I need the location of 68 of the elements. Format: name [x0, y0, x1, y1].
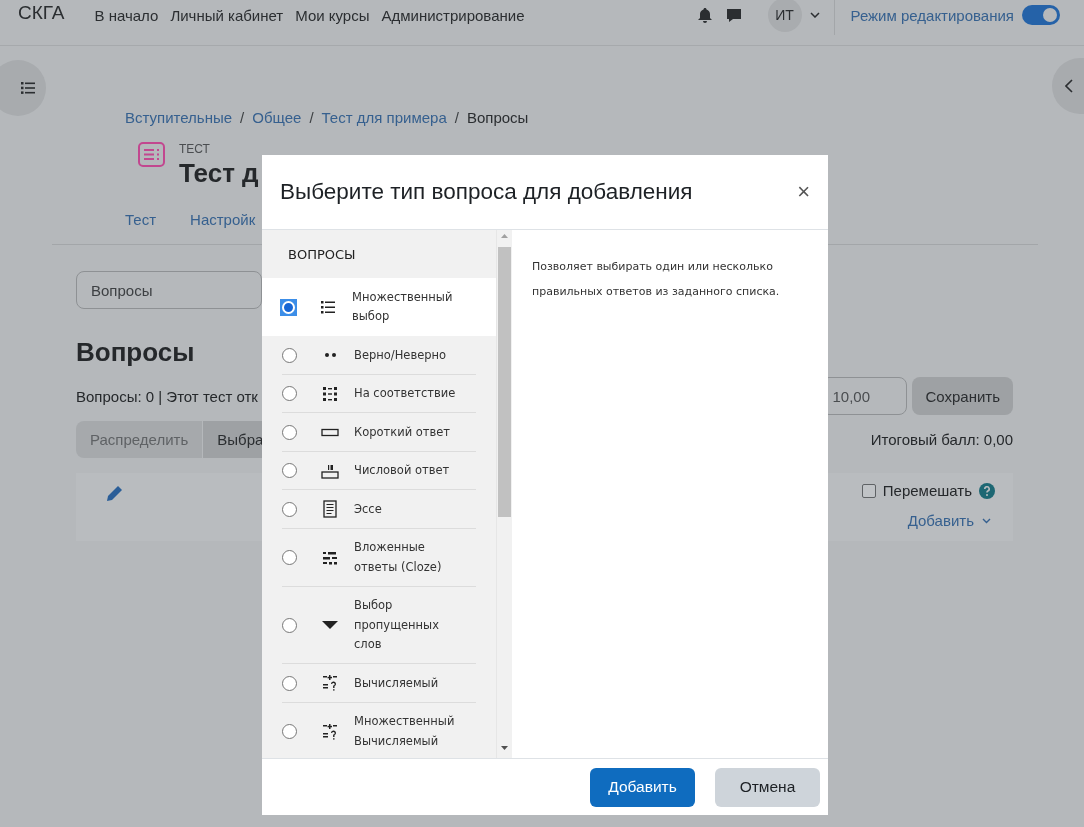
shuffle-checkbox[interactable] — [861, 483, 876, 498]
radio-button[interactable] — [282, 386, 297, 402]
breadcrumb-current: Вопросы — [466, 108, 529, 126]
question-type-option[interactable]: Числовой ответ — [354, 461, 458, 481]
radio-button[interactable] — [280, 298, 297, 316]
nav-link[interactable]: Личный кабинет — [170, 6, 284, 24]
two-dots-icon — [324, 353, 336, 358]
page-select[interactable]: Вопросы — [76, 271, 262, 309]
bell-icon[interactable] — [697, 7, 712, 23]
add-button[interactable]: Добавить — [590, 767, 695, 807]
page-title: Тест д — [179, 158, 259, 189]
list-icon — [321, 300, 335, 314]
radio-button[interactable] — [282, 501, 297, 517]
radio-button[interactable] — [282, 463, 297, 479]
breadcrumb-separator: / — [240, 108, 245, 126]
scroll-up-icon[interactable] — [501, 234, 509, 238]
radio-button[interactable] — [282, 675, 297, 691]
site-name[interactable]: СКГА — [18, 2, 65, 24]
pencil-icon[interactable] — [106, 485, 123, 502]
chat-icon[interactable] — [725, 7, 742, 23]
radio-button[interactable] — [282, 617, 297, 633]
question-type-option[interactable]: Выбор пропущенных слов — [354, 596, 458, 655]
section-heading: Вопросы — [76, 337, 195, 369]
radio-button[interactable] — [282, 347, 297, 363]
quiz-icon — [138, 142, 165, 167]
radio-button[interactable] — [282, 424, 297, 440]
caret-icon[interactable] — [809, 12, 820, 18]
edit-mode-label: Режим редактирования — [850, 6, 1014, 24]
triangle-icon — [322, 621, 338, 630]
question-type-option[interactable]: Вложенные ответы (Cloze) — [354, 538, 458, 577]
breadcrumb-separator: / — [454, 108, 459, 126]
action-button[interactable]: Выбра — [203, 421, 264, 458]
chevron-left-icon — [1065, 79, 1073, 93]
drawer-toggle[interactable] — [1052, 58, 1084, 114]
dot-grid-icon — [321, 384, 339, 403]
shuffle-label: Перемешать — [882, 482, 972, 499]
formula-icon — [321, 674, 339, 693]
edit-mode-toggle[interactable] — [1022, 5, 1060, 25]
type-description: Позволяет выбирать один или несколько правильных ответов из заданного списка. — [531, 259, 781, 300]
nav-link[interactable]: Мои курсы — [295, 6, 370, 24]
save-button[interactable]: Сохранить — [912, 377, 1013, 415]
nav-link[interactable]: Администрирование — [381, 6, 525, 24]
document-icon — [321, 500, 339, 519]
breadcrumb-separator: / — [309, 108, 314, 126]
question-type-option[interactable]: Короткий ответ — [354, 422, 458, 442]
question-type-option[interactable]: Вычисляемый — [354, 673, 458, 693]
help-icon[interactable] — [979, 482, 995, 499]
section-label: ВОПРОСЫ — [287, 245, 357, 264]
summary-text: Вопросы: 0 | Этот тест отк — [76, 387, 258, 405]
radio-button[interactable] — [282, 550, 297, 565]
activity-type: ТЕСТ — [179, 142, 211, 156]
question-type-option[interactable]: Множественный Вычисляемый — [354, 712, 458, 751]
question-type-option[interactable]: Эссе — [354, 499, 458, 519]
caret-icon — [982, 517, 991, 524]
dialog-title: Выберите тип вопроса для добавления — [280, 179, 694, 205]
scrollbar[interactable] — [496, 230, 512, 758]
question-type-option[interactable]: Верно/Неверно — [354, 345, 458, 365]
radio-button[interactable] — [282, 724, 297, 739]
user-avatar[interactable]: ИТ — [767, 0, 802, 32]
formula-icon — [321, 722, 339, 741]
total-grade: Итоговый балл: 0,00 — [870, 431, 1013, 448]
scroll-down-icon[interactable] — [501, 746, 509, 750]
drawer-toggle[interactable] — [0, 60, 46, 116]
close-button[interactable]: × — [797, 179, 810, 205]
nav-link[interactable]: В начало — [94, 6, 159, 24]
cancel-button[interactable]: Отмена — [715, 767, 820, 807]
list-icon — [21, 82, 35, 94]
question-type-option[interactable]: На соответствие — [354, 384, 458, 404]
